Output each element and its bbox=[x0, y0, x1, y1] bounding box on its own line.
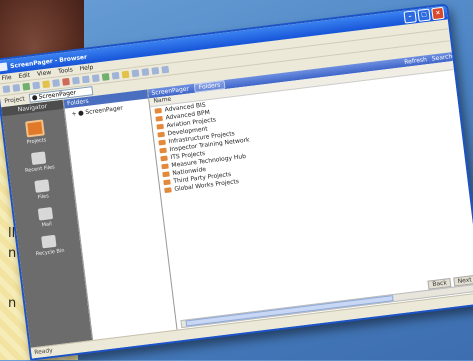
cut-icon[interactable] bbox=[72, 76, 80, 85]
check-icon[interactable] bbox=[101, 73, 110, 81]
folder-icon bbox=[157, 131, 165, 138]
folder-icon bbox=[161, 162, 169, 169]
content-pane: ScreenPager Folders Refresh Search Name … bbox=[147, 52, 473, 331]
new-icon[interactable] bbox=[22, 82, 31, 91]
folder-icon bbox=[164, 186, 172, 193]
nav-item-files[interactable]: Files bbox=[34, 179, 50, 201]
nav-label-recycle-bin: Recycle Bin bbox=[35, 247, 65, 258]
tree-root-label: ScreenPager bbox=[85, 104, 124, 117]
background-text-2: n bbox=[8, 246, 17, 261]
recycle-bin-icon bbox=[41, 234, 57, 249]
folder-icon bbox=[163, 178, 171, 185]
project-globe-icon bbox=[31, 95, 38, 101]
close-button[interactable]: × bbox=[431, 6, 445, 21]
delete-icon[interactable] bbox=[62, 77, 70, 86]
print-icon[interactable] bbox=[111, 71, 120, 80]
paste-icon[interactable] bbox=[91, 74, 100, 83]
copy-icon[interactable] bbox=[81, 75, 90, 84]
folder-icon bbox=[154, 107, 162, 114]
help-icon[interactable] bbox=[161, 65, 170, 74]
menu-tools[interactable]: Tools bbox=[58, 66, 74, 75]
app-window: ScreenPager - Browser – □ × File Edit Vi… bbox=[0, 3, 473, 361]
forward-icon[interactable] bbox=[12, 84, 21, 92]
maximize-button[interactable]: □ bbox=[417, 8, 431, 22]
folder-icon bbox=[156, 123, 164, 130]
nav-label-mail: Mail bbox=[41, 221, 53, 229]
folder-icon bbox=[155, 115, 163, 122]
save-icon[interactable] bbox=[52, 79, 60, 87]
menu-edit[interactable]: Edit bbox=[18, 72, 30, 80]
folder-icon bbox=[158, 139, 166, 145]
folder-icon bbox=[159, 147, 167, 153]
search-icon[interactable] bbox=[131, 69, 140, 78]
back-icon[interactable] bbox=[2, 85, 11, 94]
expand-icon[interactable]: + bbox=[71, 110, 77, 118]
project-label: Project bbox=[4, 95, 26, 105]
open-icon[interactable] bbox=[32, 81, 41, 90]
nav-item-projects[interactable]: Projects bbox=[24, 119, 47, 146]
menu-help[interactable]: Help bbox=[79, 64, 93, 73]
mail-icon[interactable] bbox=[121, 70, 130, 79]
nav-label-files: Files bbox=[37, 193, 50, 201]
menu-file[interactable]: File bbox=[1, 74, 12, 82]
folder-icon bbox=[162, 170, 170, 177]
background-text-3: n bbox=[8, 296, 17, 311]
properties-icon[interactable] bbox=[141, 68, 150, 76]
folder-icon bbox=[160, 155, 168, 161]
mail-nav-icon bbox=[37, 207, 54, 221]
menu-view[interactable]: View bbox=[37, 69, 52, 78]
nav-label-recent-files: Recent Files bbox=[24, 164, 56, 174]
projects-icon bbox=[25, 119, 45, 138]
nav-item-recycle-bin[interactable]: Recycle Bin bbox=[34, 234, 65, 257]
minimize-button[interactable]: – bbox=[403, 10, 417, 24]
nav-item-mail[interactable]: Mail bbox=[37, 207, 54, 229]
files-icon bbox=[34, 179, 50, 193]
nav-item-recent-files[interactable]: Recent Files bbox=[23, 150, 56, 174]
globe-icon bbox=[78, 110, 84, 117]
nav-label-projects: Projects bbox=[26, 137, 47, 146]
app-icon bbox=[0, 62, 8, 72]
views-icon[interactable] bbox=[151, 66, 160, 75]
folder-icon[interactable] bbox=[42, 80, 51, 89]
recent-files-icon bbox=[30, 151, 47, 166]
